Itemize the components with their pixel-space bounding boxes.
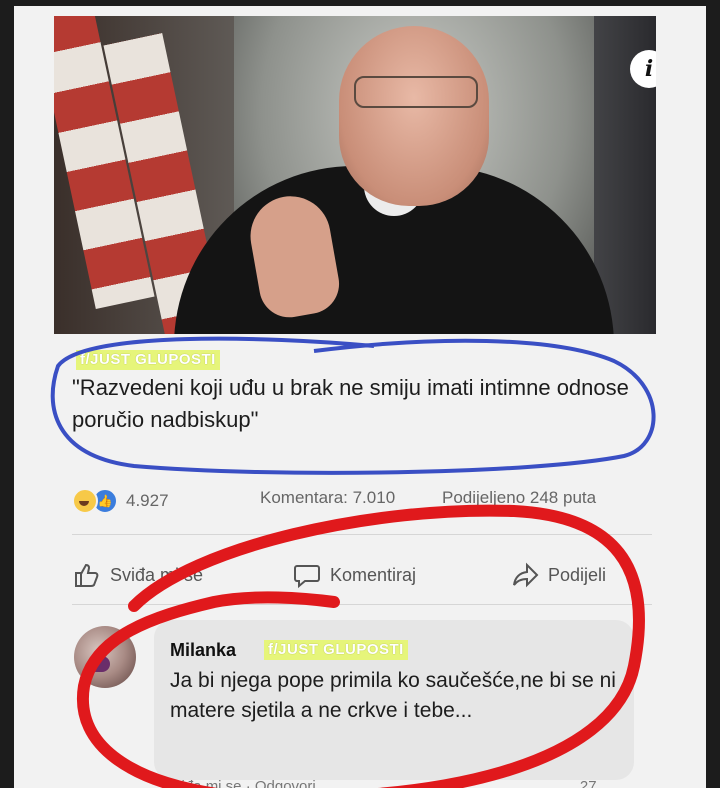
comment-text: Ja bi njega pope primila ko saučešće,ne … [170,669,616,722]
post-headline[interactable]: "Razvedeni koji uđu u brak ne smiju imat… [72,372,632,436]
post-photo[interactable]: i [54,16,656,334]
info-icon[interactable]: i [630,50,656,88]
shares-count[interactable]: Podijeljeno 248 puta [442,488,596,508]
like-button[interactable]: Sviđa mi se [72,560,203,590]
comment-item: Milanka f/JUST GLUPOSTI Ja bi njega pope… [54,618,654,788]
post-stats: 👍 4.927 Komentara: 7.010 Podijeljeno 248… [72,486,662,516]
share-icon [513,562,539,588]
facebook-post-card: i f/JUST GLUPOSTI "Razvedeni koji uđu u … [14,6,706,788]
source-tag[interactable]: f/JUST GLUPOSTI [76,350,220,370]
comment-button[interactable]: Komentiraj [292,560,416,590]
comment-page-tag[interactable]: f/JUST GLUPOSTI [264,640,408,660]
thumbs-up-icon [75,563,99,587]
reactions-summary[interactable]: 👍 4.927 [72,488,169,514]
share-label: Podijeli [548,564,607,585]
reactions-count: 4.927 [126,491,169,510]
comment-footer-actions[interactable]: Sviđa mi se · Odgovori [164,778,316,788]
comment-reaction-count: 27 [579,778,597,788]
like-label: Sviđa mi se [110,564,204,585]
divider-2 [72,604,652,605]
comment-icon [294,565,320,589]
divider [72,534,652,535]
comments-count[interactable]: Komentara: 7.010 [260,488,395,508]
comment-label: Komentiraj [330,564,417,585]
share-button[interactable]: Podijeli [510,560,606,590]
haha-emoji-icon [72,488,98,514]
comment-author[interactable]: Milanka [170,640,236,661]
photo-person-head [339,26,489,206]
post-actions: Sviđa mi se Komentiraj Podijeli [72,556,662,596]
photo-glasses [354,76,478,108]
avatar[interactable] [74,626,136,688]
comment-footer: Sviđa mi se · Odgovori 27 [164,778,597,788]
